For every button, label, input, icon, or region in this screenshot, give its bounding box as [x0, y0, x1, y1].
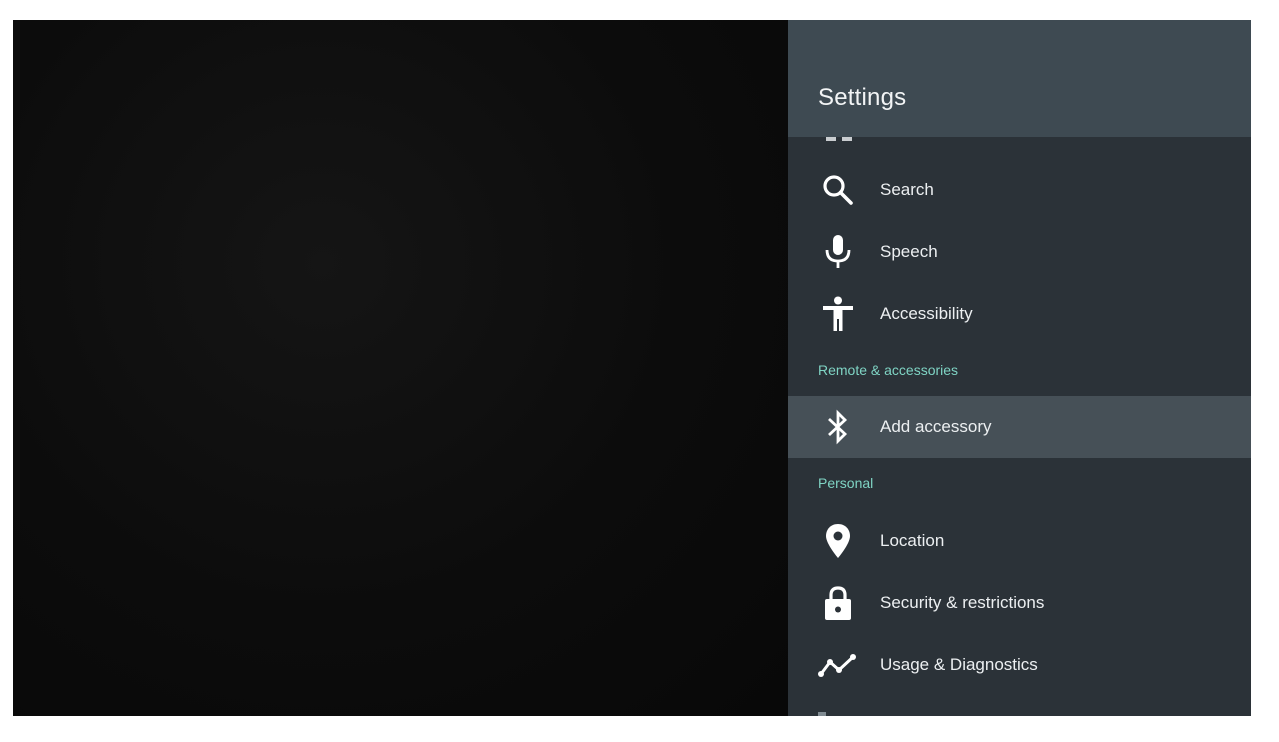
menu-item-speech[interactable]: Speech — [788, 221, 1251, 283]
scrolled-item-peek — [826, 137, 852, 141]
menu-item-label: Usage & Diagnostics — [880, 655, 1038, 674]
menu-item-label: Location — [880, 531, 945, 550]
menu-item-security-restrictions[interactable]: Security & restrictions — [788, 572, 1251, 634]
menu-item-label: Add accessory — [880, 417, 992, 436]
menu-item-label: Speech — [880, 242, 938, 261]
page-title: Settings — [818, 84, 907, 111]
search-icon — [818, 172, 858, 208]
tv-screen: Settings Search Speech Accessibility Rem… — [13, 20, 1251, 716]
menu-item-location[interactable]: Location — [788, 510, 1251, 572]
menu-item-add-accessory[interactable]: Add accessory — [788, 396, 1251, 458]
bluetooth-icon — [818, 409, 858, 445]
settings-header: Settings — [788, 20, 1251, 137]
accessibility-icon — [818, 296, 858, 332]
menu-item-usage-diagnostics[interactable]: Usage & Diagnostics — [788, 634, 1251, 696]
menu-item-label: Search — [880, 180, 934, 199]
microphone-icon — [818, 234, 858, 270]
scroll-more-indicator — [818, 712, 826, 716]
diagnostics-graph-icon — [818, 647, 858, 683]
settings-panel: Settings Search Speech Accessibility Rem… — [788, 20, 1251, 716]
menu-item-label: Security & restrictions — [880, 593, 1045, 612]
section-header-personal: Personal — [818, 475, 874, 491]
menu-item-accessibility[interactable]: Accessibility — [788, 283, 1251, 345]
lock-icon — [818, 585, 858, 621]
section-header-remote-accessories: Remote & accessories — [818, 362, 959, 378]
menu-item-search[interactable]: Search — [788, 159, 1251, 221]
menu-item-label: Accessibility — [880, 304, 973, 323]
background-content-area — [13, 20, 788, 716]
location-pin-icon — [818, 523, 858, 559]
